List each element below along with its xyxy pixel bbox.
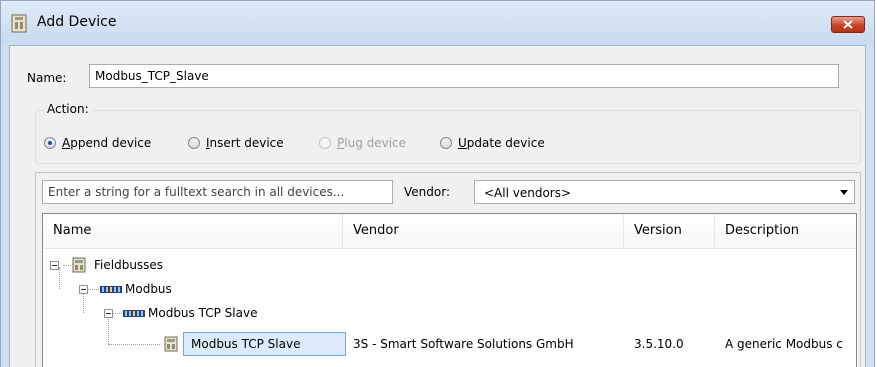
device-icon xyxy=(72,257,86,273)
device-description-cell: A generic Modbus c xyxy=(725,337,843,351)
update-device-radio[interactable]: Update device xyxy=(440,136,545,150)
collapse-icon[interactable] xyxy=(50,261,59,270)
chevron-down-icon[interactable] xyxy=(840,190,848,195)
table-row-selected[interactable]: Modbus TCP Slave 3S - Smart Software Sol… xyxy=(43,332,856,356)
vendor-select[interactable]: <All vendors> xyxy=(474,180,855,204)
tree-item-label: Fieldbusses xyxy=(94,258,164,272)
append-mnemonic: A xyxy=(62,136,71,150)
device-name-cell: Modbus TCP Slave xyxy=(191,337,301,351)
close-button[interactable] xyxy=(831,16,865,33)
close-icon xyxy=(843,20,853,29)
update-device-label: pdate device xyxy=(466,136,545,150)
radio-unchecked-icon xyxy=(440,137,452,149)
device-vendor-cell: 3S - Smart Software Solutions GmbH xyxy=(353,337,574,351)
modbus-icon xyxy=(100,286,122,293)
vendor-selected-value: <All vendors> xyxy=(484,186,572,200)
vendor-label: Vendor: xyxy=(404,185,450,199)
fulltext-search-input[interactable]: Enter a string for a fulltext search in … xyxy=(42,180,393,204)
device-tree-table[interactable]: Name Vendor Version Description Fieldbus… xyxy=(42,213,857,367)
table-row[interactable]: Modbus xyxy=(43,277,856,301)
column-header-vendor[interactable]: Vendor xyxy=(343,214,624,248)
insert-device-radio[interactable]: Insert device xyxy=(188,136,284,150)
plug-device-label: lug device xyxy=(344,136,407,150)
collapse-icon[interactable] xyxy=(104,309,113,318)
tree-item-label: Modbus xyxy=(125,282,172,296)
device-icon xyxy=(164,336,178,352)
insert-device-label: nsert device xyxy=(209,136,284,150)
column-header-name[interactable]: Name xyxy=(43,214,343,248)
table-row[interactable]: Fieldbusses xyxy=(43,253,856,277)
title-bar[interactable]: Add Device xyxy=(1,1,874,45)
plug-device-radio: Plug device xyxy=(319,136,406,150)
table-row[interactable]: Modbus TCP Slave xyxy=(43,301,856,325)
modbus-icon xyxy=(123,310,145,317)
name-label: Name: xyxy=(27,71,67,85)
radio-unchecked-icon xyxy=(188,137,200,149)
window-title: Add Device xyxy=(37,14,117,30)
table-header: Name Vendor Version Description xyxy=(43,214,856,249)
radio-checked-icon xyxy=(44,137,56,149)
action-legend: Action: xyxy=(44,102,92,116)
radio-disabled-icon xyxy=(319,137,331,149)
device-icon xyxy=(11,14,27,33)
tree-item-label: Modbus TCP Slave xyxy=(148,306,258,320)
name-input[interactable]: Modbus_TCP_Slave xyxy=(89,64,839,88)
append-device-radio[interactable]: Append device xyxy=(44,136,151,150)
device-version-cell: 3.5.10.0 xyxy=(634,337,684,351)
column-header-version[interactable]: Version xyxy=(624,214,715,248)
column-header-description[interactable]: Description xyxy=(715,214,856,248)
collapse-icon[interactable] xyxy=(79,285,88,294)
append-device-label: ppend device xyxy=(70,136,152,150)
update-mnemonic: U xyxy=(458,136,467,150)
